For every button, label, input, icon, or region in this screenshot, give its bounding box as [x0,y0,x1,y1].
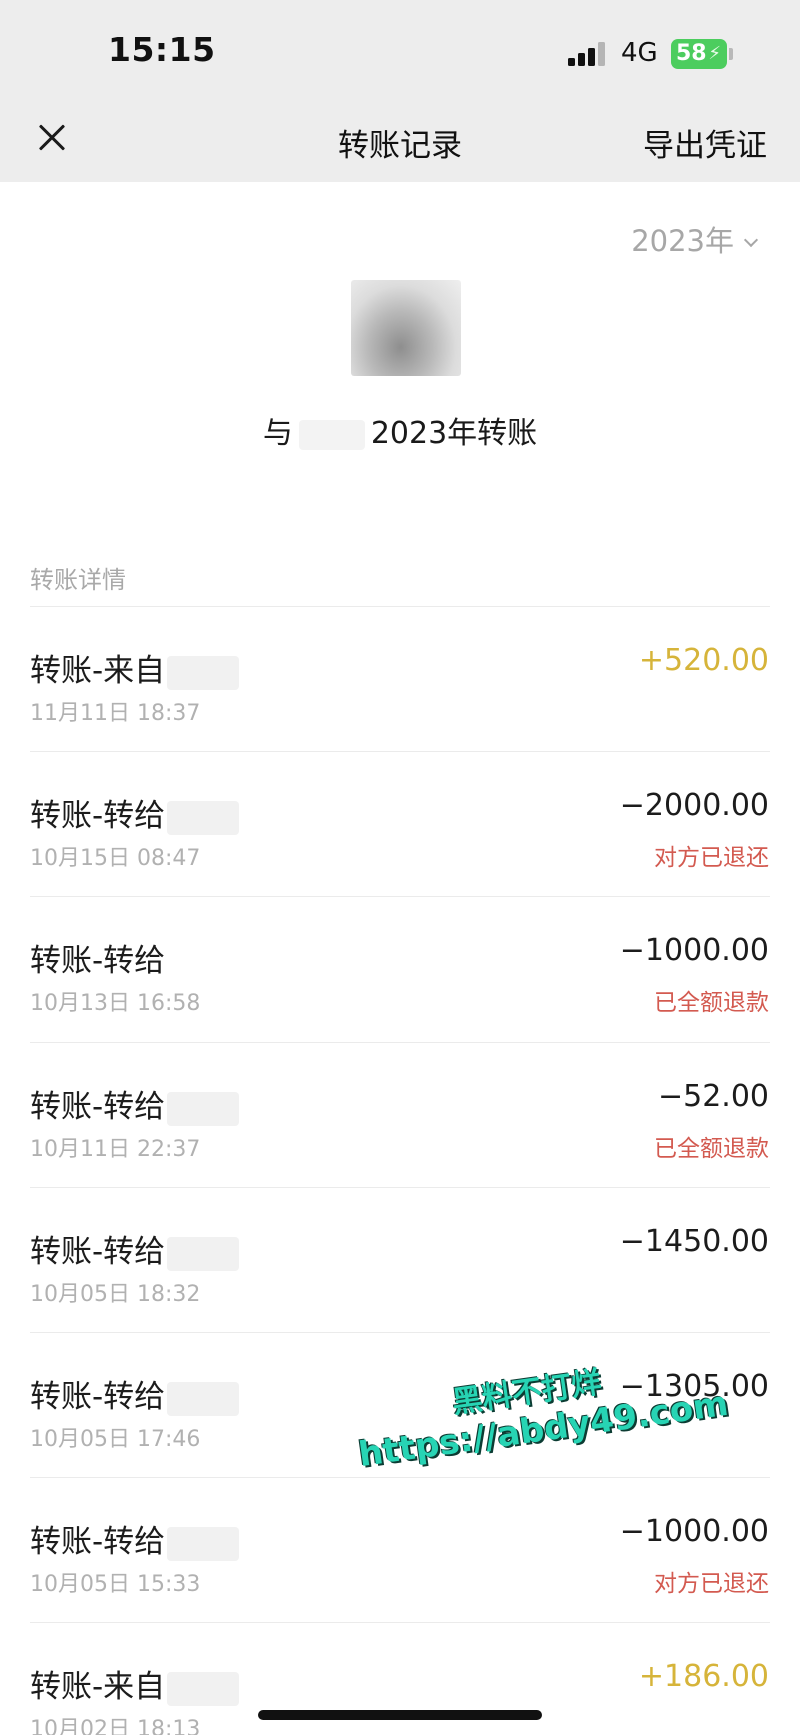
blurred-name [167,1526,240,1561]
transaction-status: 已全额退款 [654,1136,769,1162]
battery-tip [729,48,733,60]
transaction-row[interactable]: 转账-转给 10月11日 22:37 −52.00 已全额退款 [0,1043,800,1188]
transaction-date: 10月05日 17:46 [30,1427,201,1452]
blurred-name [167,1671,240,1706]
year-selector[interactable]: 2023年 [631,218,759,260]
transaction-amount: −52.00 [657,1079,769,1114]
transaction-amount: +186.00 [638,1659,769,1694]
transaction-status: 已全额退款 [654,990,769,1016]
transaction-type: 转账-来自 [30,1669,166,1705]
transaction-row[interactable]: 转账-转给 10月05日 18:32 −1450.00 [0,1188,800,1333]
transaction-title: 转账-来自 [30,645,240,690]
transaction-type: 转账-转给 [30,1379,166,1415]
transaction-title: 转账-转给 [30,1371,240,1416]
transaction-title: 转账-转给 [30,1226,240,1271]
status-time: 15:15 [108,30,216,69]
transaction-type: 转账-转给 [30,1089,166,1125]
avatar [351,280,461,376]
home-indicator[interactable] [258,1710,542,1720]
transaction-date: 10月05日 15:33 [30,1572,201,1597]
transaction-amount: −1450.00 [619,1224,769,1259]
blurred-name [167,800,240,835]
transaction-status: 对方已退还 [654,1571,769,1597]
transaction-title: 转账-来自 [30,1661,240,1706]
transaction-date: 10月02日 18:13 [30,1717,201,1735]
transaction-title: 转账-转给 [30,1081,240,1126]
transaction-type: 转账-转给 [30,1524,166,1560]
transaction-amount: −1000.00 [619,1514,769,1549]
charging-bolt-icon: ⚡ [708,43,721,64]
transaction-row[interactable]: 转账-转给 10月05日 15:33 −1000.00 对方已退还 [0,1478,800,1623]
network-type: 4G [621,38,658,68]
transaction-type: 转账-转给 [30,1234,166,1270]
cellular-signal-icon [568,42,608,66]
transaction-title: 转账-转给 [30,935,165,980]
transaction-row[interactable]: 转账-转给 10月15日 08:47 −2000.00 对方已退还 [0,752,800,897]
transaction-date: 10月05日 18:32 [30,1282,201,1307]
export-voucher-button[interactable]: 导出凭证 [643,120,767,165]
section-label: 转账详情 [30,566,126,594]
subtitle-prefix: 与 [262,416,293,451]
transaction-amount: −2000.00 [619,788,769,823]
blurred-name [167,1236,240,1271]
blurred-name [167,655,240,690]
transaction-row[interactable]: 转账-转给 10月13日 16:58 −1000.00 已全额退款 [0,897,800,1042]
transaction-title: 转账-转给 [30,1516,240,1561]
battery-icon: 58 ⚡ [671,39,727,69]
chevron-down-icon [743,232,759,248]
transaction-type: 转账-转给 [30,798,166,834]
transaction-date: 10月13日 16:58 [30,991,201,1016]
transfer-summary-title: 与 2023年转账 [0,408,800,452]
transaction-date: 10月11日 22:37 [30,1137,201,1162]
blurred-name [167,1091,240,1126]
transaction-amount: −1000.00 [619,933,769,968]
transaction-status: 对方已退还 [654,845,769,871]
transaction-date: 11月11日 18:37 [30,701,201,726]
blurred-name [167,1381,240,1416]
subtitle-suffix: 2023年转账 [370,416,538,451]
transaction-date: 10月15日 08:47 [30,846,201,871]
transaction-amount: +520.00 [638,643,769,678]
top-bar: 15:15 4G 58 ⚡ 转账记录 导出凭证 [0,0,800,182]
blurred-name [298,419,365,450]
transaction-type: 转账-来自 [30,653,166,689]
transaction-title: 转账-转给 [30,790,240,835]
year-value: 2023年 [631,224,734,258]
transaction-type: 转账-转给 [30,943,166,979]
transaction-row[interactable]: 转账-来自 11月11日 18:37 +520.00 [0,607,800,752]
battery-level: 58 [676,41,707,66]
